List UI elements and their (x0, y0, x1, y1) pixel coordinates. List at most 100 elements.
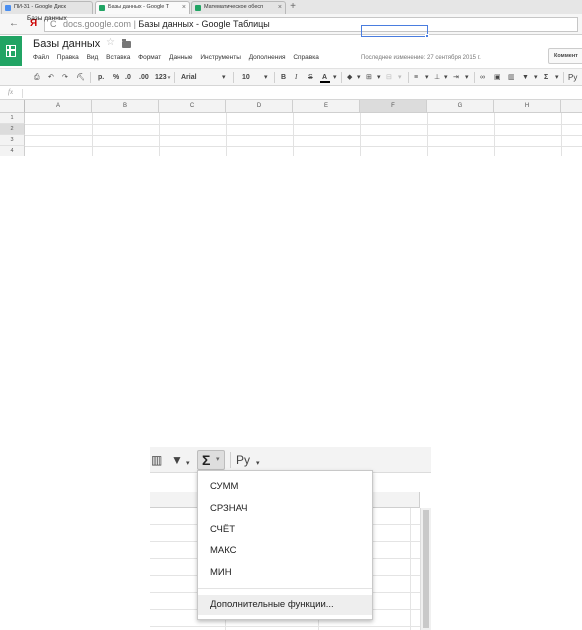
filter-icon[interactable]: ▼ (522, 72, 529, 83)
filter-icon[interactable]: ▼ (171, 452, 183, 468)
column-header-h[interactable]: H (494, 100, 561, 113)
browser-tab-math-support[interactable]: Математическое обесп × (191, 1, 286, 14)
undo-icon[interactable]: ↶ (48, 72, 54, 83)
browser-tab-database-sheet[interactable]: Базы данных - Google Т × (95, 1, 190, 14)
text-color-caret-icon[interactable]: ▾ (333, 72, 337, 83)
menu-data[interactable]: Данные (169, 54, 192, 61)
comments-button[interactable]: Коммент (548, 48, 582, 64)
merge-caret-icon[interactable]: ▾ (398, 72, 402, 83)
tab-label: Базы данных - Google Т (108, 4, 170, 10)
font-family-caret-icon[interactable]: ▾ (222, 72, 226, 83)
sheets-favicon-icon (195, 5, 201, 11)
fill-handle[interactable] (425, 34, 429, 38)
bold-button[interactable]: B (281, 72, 286, 83)
menu-insert[interactable]: Вставка (106, 54, 130, 61)
spreadsheet-grid[interactable]: A B C D E F G H 1 2 3 4 (0, 100, 582, 156)
more-formats-button[interactable]: 123▾ (155, 72, 170, 84)
row-header-3[interactable]: 3 (0, 135, 25, 146)
insert-chart-icon[interactable]: ▥ (508, 72, 515, 83)
font-size-select[interactable]: 10 (242, 72, 250, 83)
menu-help[interactable]: Справка (293, 54, 319, 61)
row-header-4[interactable]: 4 (0, 146, 25, 156)
formula-bar[interactable]: fx (0, 87, 582, 100)
wrap-caret-icon[interactable]: ▾ (465, 72, 469, 83)
url-field[interactable]: C docs.google.com | Базы данных - Google… (44, 17, 578, 32)
menu-format[interactable]: Формат (138, 54, 161, 61)
increase-decimals-button[interactable]: .00 (139, 72, 149, 83)
column-header-next[interactable] (561, 100, 582, 113)
grid-line (25, 135, 582, 136)
column-header-e[interactable]: E (293, 100, 360, 113)
filter-caret-icon[interactable]: ▾ (534, 72, 538, 83)
redo-icon[interactable]: ↷ (62, 72, 68, 83)
borders-icon[interactable]: ⊞ (366, 72, 372, 83)
functions-caret-icon[interactable]: ▾ (555, 72, 559, 83)
last-edit-link[interactable]: Последнее изменение: 27 сентября 2015 г. (361, 55, 481, 61)
align-caret-icon[interactable]: ▾ (425, 72, 429, 83)
row-header-2[interactable]: 2 (0, 124, 25, 135)
browser-tab-google-drive[interactable]: ПИ-31 - Google Диск (1, 1, 93, 14)
sheets-logo-icon[interactable] (0, 36, 22, 66)
insert-chart-icon[interactable]: ▥ (151, 452, 162, 468)
vertical-align-icon[interactable]: ⊥ (434, 72, 440, 83)
italic-button[interactable]: I (295, 72, 297, 83)
column-header-d[interactable]: D (226, 100, 293, 113)
url-page-title: Базы данных - Google Таблицы (138, 19, 270, 29)
fill-color-icon[interactable]: ◆ (347, 72, 352, 83)
font-size-caret-icon[interactable]: ▾ (264, 72, 268, 83)
percent-format-button[interactable]: % (113, 72, 119, 83)
row-header-1[interactable]: 1 (0, 113, 25, 124)
menu-edit[interactable]: Правка (57, 54, 79, 61)
column-header-a[interactable]: A (25, 100, 92, 113)
menu-view[interactable]: Вид (87, 54, 99, 61)
merge-cells-icon[interactable]: ⊟ (386, 72, 392, 83)
insert-link-icon[interactable]: ∞ (480, 72, 485, 83)
menu-file[interactable]: Файл (33, 54, 49, 61)
filter-caret-icon[interactable]: ▾ (186, 456, 190, 472)
function-item-min[interactable]: МИН (198, 563, 372, 583)
function-item-max[interactable]: МАКС (198, 541, 372, 561)
more-functions-item[interactable]: Дополнительные функции... (198, 595, 372, 615)
valign-caret-icon[interactable]: ▾ (444, 72, 448, 83)
column-header-f[interactable]: F (360, 100, 427, 113)
column-header-b[interactable]: B (92, 100, 159, 113)
input-tools-button[interactable]: Ру (568, 72, 577, 83)
menu-tools[interactable]: Инструменты (200, 54, 241, 61)
insert-comment-icon[interactable]: ▣ (494, 72, 501, 83)
close-tab-icon[interactable]: × (278, 2, 282, 13)
strikethrough-button[interactable]: S (308, 72, 313, 83)
functions-button[interactable]: Σ ▾ (197, 450, 225, 470)
star-icon[interactable]: ☆ (106, 37, 115, 48)
currency-format-button[interactable]: р. (98, 72, 104, 83)
text-wrap-icon[interactable]: ⇥ (453, 72, 459, 83)
back-arrow-icon[interactable]: ← (9, 18, 19, 30)
print-icon[interactable]: ⎙ (34, 72, 40, 83)
toolbar-divider (233, 72, 234, 83)
function-item-average[interactable]: СРЗНАЧ (198, 499, 372, 519)
select-all-corner[interactable] (0, 100, 25, 113)
fill-color-caret-icon[interactable]: ▾ (357, 72, 361, 83)
toolbar-divider (174, 72, 175, 83)
document-title[interactable]: Базы данных (33, 38, 100, 50)
new-tab-button[interactable]: + (287, 1, 299, 13)
input-tools-button[interactable]: Ру (236, 452, 250, 468)
column-header-c[interactable]: C (159, 100, 226, 113)
folder-icon[interactable] (122, 39, 131, 48)
decrease-decimals-button[interactable]: .0 (125, 72, 131, 83)
cell-a1[interactable]: Базы данных (27, 15, 67, 22)
close-tab-icon[interactable]: × (182, 2, 186, 13)
scrollbar-thumb[interactable] (423, 510, 429, 628)
function-item-count[interactable]: СЧЁТ (198, 520, 372, 540)
vertical-scrollbar[interactable] (420, 508, 431, 630)
horizontal-align-icon[interactable]: ≡ (414, 72, 418, 83)
menu-addons[interactable]: Дополнения (249, 54, 286, 61)
selected-cell-f2[interactable] (361, 25, 428, 37)
borders-caret-icon[interactable]: ▾ (377, 72, 381, 83)
functions-sigma-icon[interactable]: Σ (544, 72, 548, 83)
font-family-select[interactable]: Arial (181, 72, 197, 83)
column-header-g[interactable]: G (427, 100, 494, 113)
function-item-sum[interactable]: СУММ (198, 477, 372, 497)
browser-tab-strip: ПИ-31 - Google Диск Базы данных - Google… (0, 0, 582, 14)
toolbar-divider (408, 72, 409, 83)
paint-format-icon[interactable]: ⛏ (76, 72, 85, 83)
